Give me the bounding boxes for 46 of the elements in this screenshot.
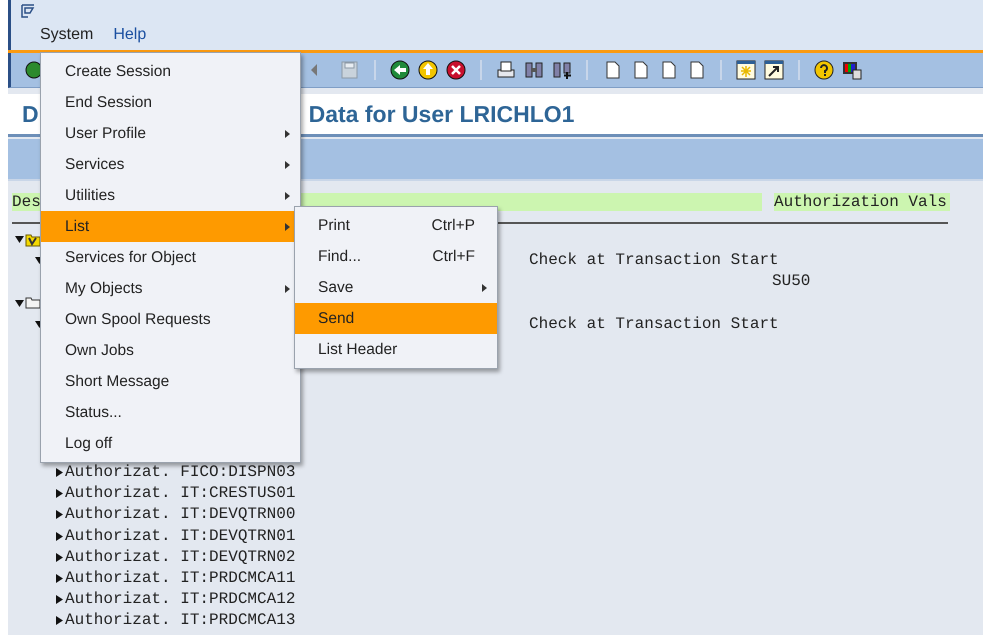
column-header: Authorization Vals bbox=[774, 193, 950, 211]
check-text: Check at Transaction Start bbox=[529, 314, 780, 335]
binoculars-icon[interactable] bbox=[524, 60, 544, 80]
menu-item[interactable]: Send bbox=[295, 303, 497, 334]
up-icon[interactable] bbox=[418, 60, 438, 80]
tree-item[interactable]: Authorizat. IT:PRDCMCA11 bbox=[65, 568, 296, 590]
menu-bar-item[interactable]: Help bbox=[113, 26, 146, 44]
tree-item[interactable]: Authorizat. FICO:DISPN03 bbox=[65, 462, 296, 484]
menu-item[interactable]: Find... Ctrl+F bbox=[295, 241, 497, 272]
cancel-icon[interactable] bbox=[446, 60, 466, 80]
menu-item[interactable]: User Profile bbox=[41, 118, 300, 149]
expander-icon[interactable] bbox=[55, 552, 64, 562]
tree-item[interactable]: Authorizat. IT:DEVQTRN00 bbox=[65, 504, 296, 526]
menu-item[interactable]: List Header bbox=[295, 334, 497, 365]
tree-item[interactable]: Authorizat. IT:DEVQTRN02 bbox=[65, 546, 296, 568]
back-icon[interactable] bbox=[390, 60, 410, 80]
new-session-icon[interactable] bbox=[736, 60, 756, 80]
menu-item[interactable]: Status... bbox=[41, 397, 300, 428]
menu-item[interactable]: End Session bbox=[41, 87, 300, 118]
tree-item[interactable]: Authorizat. IT:DEVQTRN01 bbox=[65, 526, 296, 547]
expander-icon[interactable] bbox=[55, 489, 64, 498]
expander-icon[interactable] bbox=[55, 468, 64, 478]
expander-icon[interactable] bbox=[55, 595, 64, 604]
value-text: SU50 bbox=[772, 271, 810, 292]
print-icon[interactable] bbox=[496, 60, 516, 80]
menu-item[interactable]: Save bbox=[295, 272, 497, 303]
help-icon[interactable] bbox=[814, 60, 834, 80]
shortcut-icon[interactable] bbox=[764, 60, 784, 80]
expander-icon[interactable] bbox=[55, 510, 64, 520]
expander-icon[interactable] bbox=[55, 616, 64, 626]
tree-item[interactable]: Authorizat. IT:PRDCMCA13 bbox=[65, 610, 296, 632]
expander-icon[interactable] bbox=[55, 532, 64, 541]
tree-item[interactable]: Authorizat. IT:CRESTUS01 bbox=[65, 483, 296, 504]
menu-bar-item[interactable]: System bbox=[40, 26, 94, 44]
menu-item[interactable]: Short Message bbox=[41, 366, 300, 397]
monitor-icon[interactable] bbox=[842, 60, 862, 80]
tree-item[interactable]: Authorizat. IT:PRDCMCA12 bbox=[65, 589, 296, 610]
page-title: D bbox=[22, 100, 39, 128]
menu-item[interactable]: Log off bbox=[41, 428, 300, 459]
menu-item[interactable]: Services bbox=[41, 149, 300, 180]
key-folder-icon bbox=[25, 232, 41, 248]
page-title: Data for User LRICHLO1 bbox=[308, 100, 574, 128]
system-menu-icon[interactable] bbox=[21, 4, 35, 18]
check-text: Check at Transaction Start bbox=[529, 250, 780, 272]
expander-icon[interactable] bbox=[55, 574, 64, 583]
binoculars-plus-icon[interactable] bbox=[552, 60, 572, 80]
